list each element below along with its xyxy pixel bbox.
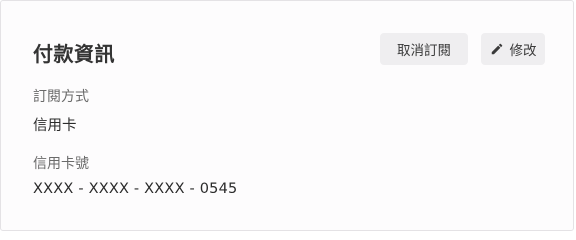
subscription-method-label: 訂閱方式 xyxy=(33,89,89,105)
cancel-subscription-button[interactable]: 取消訂閱 xyxy=(380,33,468,65)
cancel-subscription-label: 取消訂閱 xyxy=(397,43,451,59)
card-title: 付款資訊 xyxy=(33,42,115,66)
card-number-value: XXXX - XXXX - XXXX - 0545 xyxy=(33,181,238,197)
subscription-method-value: 信用卡 xyxy=(33,118,77,134)
edit-button[interactable]: 修改 xyxy=(481,33,545,65)
pencil-icon xyxy=(490,42,504,56)
edit-label: 修改 xyxy=(509,43,537,59)
card-number-label: 信用卡號 xyxy=(33,156,89,172)
payment-info-card: 付款資訊 取消訂閱 修改 訂閱方式 信用卡 信用卡號 XXXX - XXXX -… xyxy=(0,0,574,231)
